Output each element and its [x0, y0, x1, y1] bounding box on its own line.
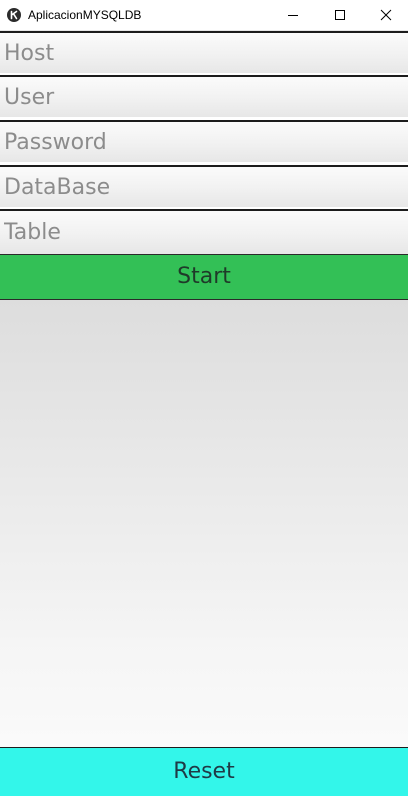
app-logo-icon — [7, 8, 21, 22]
start-button[interactable]: Start — [0, 254, 408, 300]
title-bar[interactable]: AplicacionMYSQLDB — [0, 0, 408, 31]
window-title: AplicacionMYSQLDB — [28, 8, 142, 22]
database-field — [0, 165, 408, 207]
user-field — [0, 75, 408, 117]
maximize-button[interactable] — [317, 0, 363, 30]
close-icon — [380, 9, 392, 21]
app-window: AplicacionMYSQLDB Start — [0, 0, 408, 796]
output-area — [0, 300, 408, 747]
table-input[interactable] — [0, 211, 408, 254]
reset-button[interactable]: Reset — [0, 747, 408, 796]
password-input[interactable] — [0, 122, 408, 162]
minimize-icon — [288, 15, 298, 16]
close-button[interactable] — [363, 0, 408, 30]
password-field — [0, 120, 408, 162]
host-field — [0, 31, 408, 73]
host-input[interactable] — [0, 33, 408, 73]
database-input[interactable] — [0, 167, 408, 207]
minimize-button[interactable] — [270, 0, 316, 30]
user-input[interactable] — [0, 77, 408, 117]
maximize-icon — [335, 10, 345, 20]
table-field — [0, 209, 408, 254]
